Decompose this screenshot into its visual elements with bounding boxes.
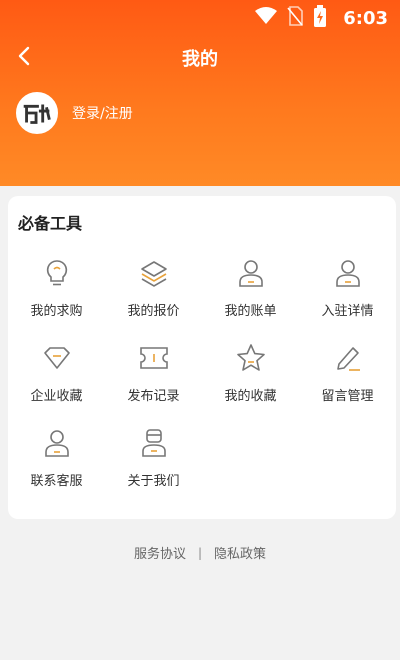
tool-my-favorites[interactable]: 我的收藏	[202, 343, 299, 428]
star-icon	[236, 343, 266, 373]
chevron-left-icon	[17, 46, 31, 70]
battery-charging-icon	[313, 5, 327, 31]
tool-label: 关于我们	[127, 474, 180, 489]
tool-label: 企业收藏	[30, 389, 83, 404]
section-title: 必备工具	[18, 214, 83, 233]
layers-icon	[139, 258, 169, 288]
page-title: 我的	[182, 49, 218, 70]
tool-my-bill[interactable]: 我的账单	[202, 258, 299, 343]
person-icon	[236, 258, 266, 288]
tools-grid: 我的求购 我的报价 我的账单 入驻详情 企业收藏 发布记录 我的收藏 留言管理 …	[8, 258, 396, 513]
person-icon	[42, 428, 72, 458]
profile-section: 登录/注册	[16, 92, 133, 134]
person-icon	[333, 258, 363, 288]
clerk-icon	[139, 428, 169, 458]
tools-card: 必备工具 我的求购 我的报价 我的账单 入驻详情 企业收藏 发布记录 我的收藏 …	[8, 196, 396, 519]
tool-label: 联系客服	[30, 474, 83, 489]
nav-bar: 我的	[0, 36, 400, 80]
tool-company-favorites[interactable]: 企业收藏	[8, 343, 105, 428]
tool-label: 我的账单	[224, 304, 277, 319]
ticket-icon	[139, 343, 169, 373]
tool-label: 我的报价	[127, 304, 180, 319]
tool-message-management[interactable]: 留言管理	[299, 343, 396, 428]
tool-my-purchase[interactable]: 我的求购	[8, 258, 105, 343]
tool-contact-service[interactable]: 联系客服	[8, 428, 105, 513]
tool-label: 发布记录	[127, 389, 180, 404]
status-time: 6:03	[343, 7, 388, 29]
privacy-policy-link[interactable]: 隐私政策	[214, 543, 266, 562]
tool-label: 留言管理	[321, 389, 374, 404]
app-logo-icon	[18, 94, 56, 132]
tool-label: 入驻详情	[321, 304, 374, 319]
header-banner: 6:03 我的 登录/注册	[0, 0, 400, 186]
status-bar: 6:03	[0, 0, 400, 36]
tool-my-quote[interactable]: 我的报价	[105, 258, 202, 343]
tool-label: 我的收藏	[224, 389, 277, 404]
footer-separator: |	[197, 545, 203, 560]
back-button[interactable]	[8, 42, 40, 74]
tool-about-us[interactable]: 关于我们	[105, 428, 202, 513]
terms-of-service-link[interactable]: 服务协议	[134, 543, 186, 562]
login-register-link[interactable]: 登录/注册	[72, 103, 133, 123]
no-sim-icon	[287, 6, 304, 30]
wifi-icon	[255, 7, 278, 29]
tool-publish-records[interactable]: 发布记录	[105, 343, 202, 428]
pencil-icon	[333, 343, 363, 373]
lightbulb-icon	[42, 258, 72, 288]
footer-links: 服务协议 | 隐私政策	[0, 543, 400, 563]
tool-label: 我的求购	[30, 304, 83, 319]
tool-settle-details[interactable]: 入驻详情	[299, 258, 396, 343]
avatar[interactable]	[16, 92, 58, 134]
diamond-icon	[42, 343, 72, 373]
